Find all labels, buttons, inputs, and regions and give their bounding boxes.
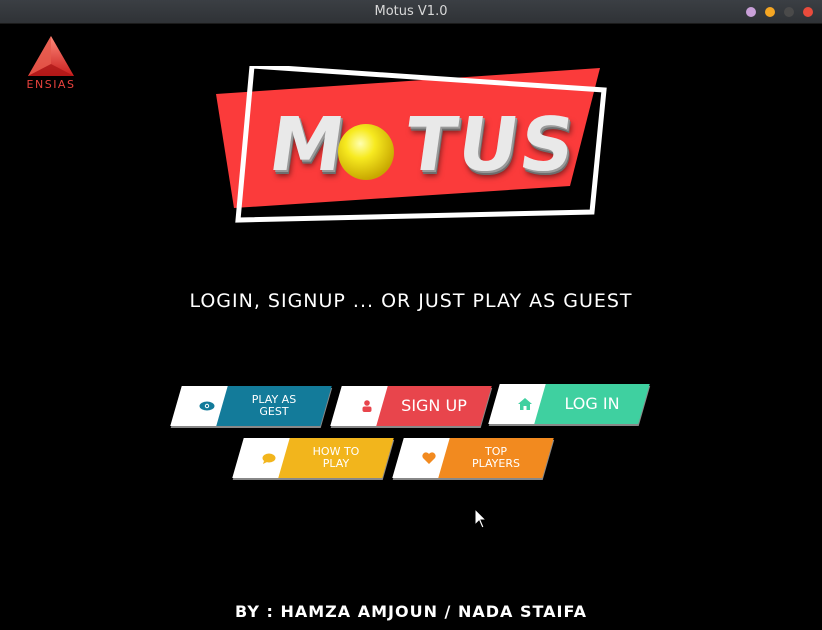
- ensias-logo: ENSIAS: [16, 34, 86, 91]
- log-in-button[interactable]: LOG IN: [488, 384, 650, 424]
- maximize-button[interactable]: [765, 7, 775, 17]
- how-to-play-label-line2: PLAY: [322, 457, 350, 470]
- play-as-guest-button[interactable]: PLAY AS GEST: [170, 386, 332, 426]
- window-title: Motus V1.0: [374, 4, 448, 19]
- close-button[interactable]: [803, 7, 813, 17]
- mouse-cursor-icon: [474, 508, 488, 529]
- play-as-guest-label-line2: GEST: [259, 405, 289, 418]
- how-to-play-button[interactable]: HOW TO PLAY: [232, 438, 394, 478]
- sign-up-label: SIGN UP: [401, 396, 467, 416]
- app-window: ENSIAS M TUS LOGIN, SIGNUP ... OR JUST PL…: [0, 24, 822, 630]
- sign-up-button[interactable]: SIGN UP: [330, 386, 492, 426]
- ensias-label: ENSIAS: [26, 78, 76, 91]
- top-players-label-line2: PLAYERS: [472, 457, 520, 470]
- restore-button[interactable]: [784, 7, 794, 17]
- motus-logo: M TUS: [212, 66, 612, 226]
- ensias-triangle-icon: [28, 36, 74, 76]
- yellow-ball-icon: [338, 124, 394, 180]
- credits-text: BY : HAMZA AMJOUN / NADA STAIFA: [235, 602, 587, 621]
- top-players-button[interactable]: TOP PLAYERS: [392, 438, 554, 478]
- motus-logo-text: M TUS: [263, 102, 582, 188]
- tagline: LOGIN, SIGNUP ... OR JUST PLAY AS GUEST: [189, 290, 633, 312]
- minimize-button[interactable]: [746, 7, 756, 17]
- window-titlebar[interactable]: Motus V1.0: [0, 0, 822, 24]
- log-in-label: LOG IN: [564, 394, 620, 414]
